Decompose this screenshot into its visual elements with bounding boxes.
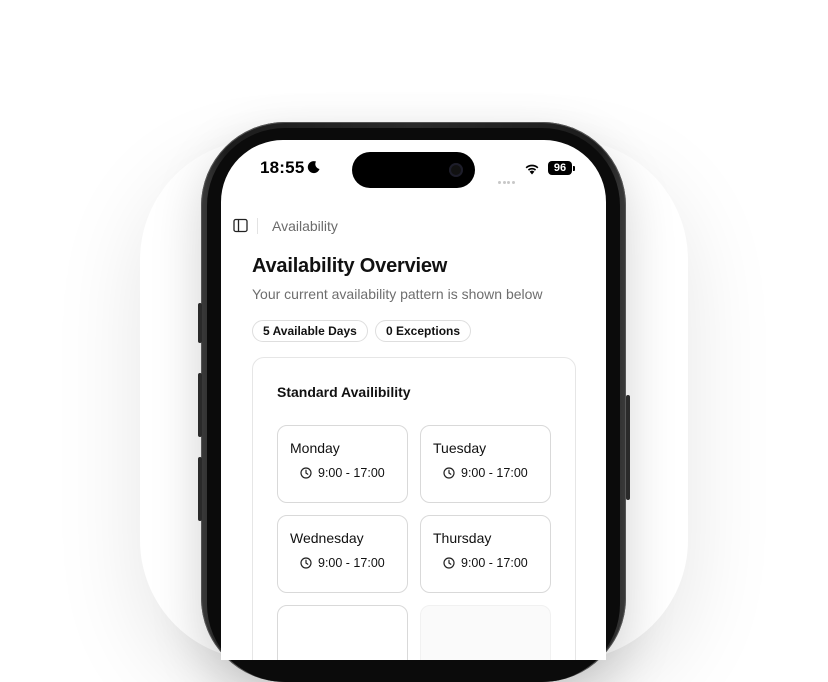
topbar-divider bbox=[257, 218, 258, 234]
moon-icon bbox=[307, 161, 320, 174]
volume-up-button bbox=[198, 373, 202, 437]
clock-icon bbox=[300, 557, 312, 569]
day-card-thursday[interactable]: Thursday 9:00 - 17:00 bbox=[420, 515, 551, 593]
clock-icon bbox=[443, 557, 455, 569]
day-card-wednesday[interactable]: Wednesday 9:00 - 17:00 bbox=[277, 515, 408, 593]
app-screen: 18:55 96 Availability Availability Overv… bbox=[221, 140, 606, 660]
volume-down-button bbox=[198, 457, 202, 521]
exceptions-badge: 0 Exceptions bbox=[375, 320, 472, 342]
available-days-badge: 5 Available Days bbox=[252, 320, 368, 342]
day-hours: 9:00 - 17:00 bbox=[461, 466, 528, 480]
battery-indicator: 96 bbox=[548, 161, 572, 175]
battery-tip bbox=[573, 166, 575, 171]
day-name: Thursday bbox=[433, 530, 492, 546]
power-button bbox=[626, 395, 630, 500]
front-camera bbox=[449, 163, 463, 177]
dynamic-island bbox=[352, 152, 475, 188]
day-card-monday[interactable]: Monday 9:00 - 17:00 bbox=[277, 425, 408, 503]
day-card-unavailable[interactable] bbox=[420, 605, 551, 660]
action-button bbox=[198, 303, 202, 343]
cellular-signal-icon bbox=[498, 171, 516, 189]
page-subtitle: Your current availability pattern is sho… bbox=[252, 286, 543, 302]
sidebar-toggle-icon[interactable] bbox=[233, 218, 248, 233]
day-card-partial[interactable] bbox=[277, 605, 408, 660]
clock-icon bbox=[300, 467, 312, 479]
day-hours: 9:00 - 17:00 bbox=[318, 466, 385, 480]
day-hours: 9:00 - 17:00 bbox=[318, 556, 385, 570]
breadcrumb[interactable]: Availability bbox=[272, 218, 338, 234]
status-time: 18:55 bbox=[260, 158, 305, 177]
day-card-tuesday[interactable]: Tuesday 9:00 - 17:00 bbox=[420, 425, 551, 503]
standard-availability-card: Standard Availibility Monday 9:00 - 17:0… bbox=[252, 357, 576, 660]
page-title: Availability Overview bbox=[252, 255, 448, 277]
clock-icon bbox=[443, 467, 455, 479]
day-name: Tuesday bbox=[433, 440, 487, 456]
day-name: Monday bbox=[290, 440, 340, 456]
day-name: Wednesday bbox=[290, 530, 364, 546]
day-hours: 9:00 - 17:00 bbox=[461, 556, 528, 570]
card-title: Standard Availibility bbox=[277, 384, 411, 400]
wifi-icon bbox=[525, 164, 539, 175]
